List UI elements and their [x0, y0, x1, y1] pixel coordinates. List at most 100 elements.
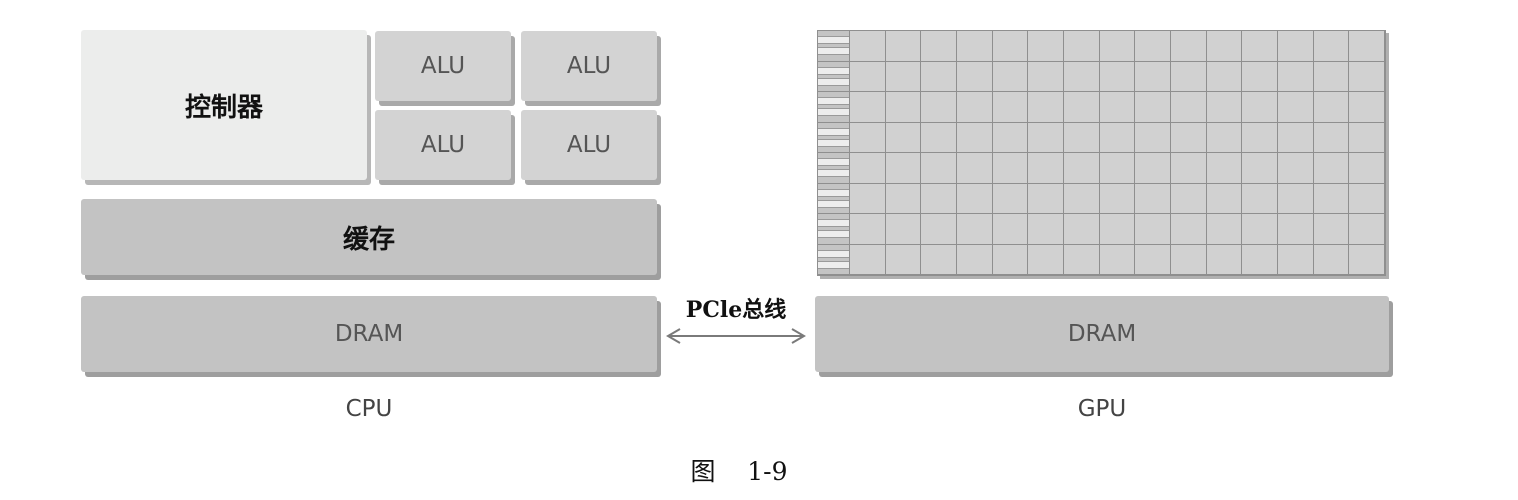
gpu-core-cell — [1028, 122, 1064, 153]
gpu-control-stripe — [818, 66, 849, 75]
cpu-cache-label: 缓存 — [342, 224, 395, 255]
gpu-control-stripe — [818, 188, 849, 197]
gpu-core-cell — [885, 183, 922, 214]
gpu-core-cell — [921, 183, 957, 214]
gpu-core-cell — [1242, 183, 1278, 214]
gpu-core-cell — [850, 214, 886, 245]
gpu-core-cell — [1064, 183, 1100, 214]
gpu-core-cell — [885, 92, 922, 123]
gpu-core-cell — [850, 92, 886, 123]
gpu-core-cell — [885, 214, 922, 245]
gpu-core-cell — [921, 214, 957, 245]
gpu-core-cell — [1135, 244, 1171, 275]
cpu-alu-label: ALU — [420, 53, 466, 79]
gpu-core-cell — [1099, 61, 1136, 92]
gpu-core-cell — [921, 92, 957, 123]
gpu-core-cell — [1206, 31, 1243, 62]
gpu-core-cell — [957, 31, 993, 62]
gpu-core-cell — [1064, 61, 1100, 92]
cpu-controller-label: 控制器 — [184, 92, 263, 123]
gpu-dram-label: DRAM — [1067, 321, 1137, 347]
gpu-core-cell — [957, 244, 993, 275]
gpu-core-cell — [1135, 183, 1171, 214]
cpu-alu-label: ALU — [566, 132, 612, 158]
gpu-core-cell — [1278, 153, 1314, 184]
gpu-core-cell — [850, 244, 886, 275]
gpu-control-stripe — [818, 158, 849, 167]
gpu-core-cell — [1278, 61, 1314, 92]
gpu-control-cache-cell — [818, 214, 850, 245]
gpu-core-cell — [921, 61, 957, 92]
gpu-core-cell — [1313, 31, 1350, 62]
gpu-dram-block: DRAM — [815, 296, 1389, 372]
gpu-core-cell — [1028, 153, 1064, 184]
gpu-control-stripe — [818, 47, 849, 56]
gpu-core-cell — [1064, 92, 1100, 123]
gpu-core-cell — [957, 183, 993, 214]
gpu-core-cell — [1242, 122, 1278, 153]
gpu-core-cell — [1135, 92, 1171, 123]
gpu-control-stripe — [818, 169, 849, 178]
gpu-core-cell — [1206, 244, 1243, 275]
gpu-core-cell — [1349, 92, 1385, 123]
gpu-core-cell — [1135, 122, 1171, 153]
gpu-control-stripe — [818, 199, 849, 208]
gpu-control-cache-cell — [818, 31, 850, 62]
gpu-core-cell — [885, 61, 922, 92]
gpu-core-cell — [921, 31, 957, 62]
gpu-core-cell — [1349, 244, 1385, 275]
gpu-core-cell — [1313, 61, 1350, 92]
gpu-core-cell — [1028, 183, 1064, 214]
pcie-bus-label: PCle总线 — [685, 297, 787, 323]
gpu-core-cell — [1171, 183, 1207, 214]
gpu-control-stripe — [818, 230, 849, 239]
gpu-core-cell — [1135, 31, 1171, 62]
gpu-core-cell — [957, 122, 993, 153]
gpu-core-cell — [921, 122, 957, 153]
gpu-core-cell — [1313, 214, 1350, 245]
gpu-control-cache-cell — [818, 153, 850, 184]
gpu-core-cell — [1206, 153, 1243, 184]
gpu-core-cell — [992, 122, 1029, 153]
gpu-core-cell — [1171, 92, 1207, 123]
gpu-core-cell — [1064, 244, 1100, 275]
gpu-core-cell — [1313, 153, 1350, 184]
gpu-core-cell — [1064, 31, 1100, 62]
gpu-core-cell — [992, 31, 1029, 62]
gpu-core-cell — [1028, 92, 1064, 123]
gpu-core-cell — [992, 92, 1029, 123]
gpu-core-cell — [1028, 61, 1064, 92]
gpu-core-cell — [1242, 31, 1278, 62]
cpu-alu-block: ALU — [375, 110, 511, 180]
gpu-core-cell — [1171, 153, 1207, 184]
gpu-core-cell — [1313, 92, 1350, 123]
gpu-core-cell — [885, 244, 922, 275]
gpu-core-cell — [957, 214, 993, 245]
cpu-controller-block: 控制器 — [81, 30, 367, 180]
gpu-core-cell — [1242, 92, 1278, 123]
gpu-core-cell — [1242, 153, 1278, 184]
gpu-control-stripe — [818, 138, 849, 147]
gpu-core-cell — [1135, 153, 1171, 184]
gpu-control-cache-cell — [818, 92, 850, 123]
figure-caption: 图 1-9 — [690, 457, 788, 486]
cpu-caption: CPU — [345, 396, 393, 422]
gpu-core-cell — [885, 122, 922, 153]
gpu-core-cell — [885, 153, 922, 184]
gpu-core-cell — [992, 214, 1029, 245]
gpu-control-stripe — [818, 108, 849, 117]
cpu-alu-block: ALU — [375, 31, 511, 101]
gpu-core-cell — [1099, 31, 1136, 62]
gpu-core-cell — [1028, 31, 1064, 62]
gpu-core-cell — [957, 153, 993, 184]
gpu-core-cell — [1206, 61, 1243, 92]
gpu-core-cell — [1278, 31, 1314, 62]
gpu-control-cache-cell — [818, 244, 850, 275]
gpu-core-cell — [1278, 183, 1314, 214]
gpu-core-cell — [1206, 214, 1243, 245]
gpu-core-cell — [992, 153, 1029, 184]
gpu-core-cell — [850, 153, 886, 184]
gpu-control-stripe — [818, 127, 849, 136]
gpu-core-cell — [957, 61, 993, 92]
gpu-control-cache-cell — [818, 122, 850, 153]
